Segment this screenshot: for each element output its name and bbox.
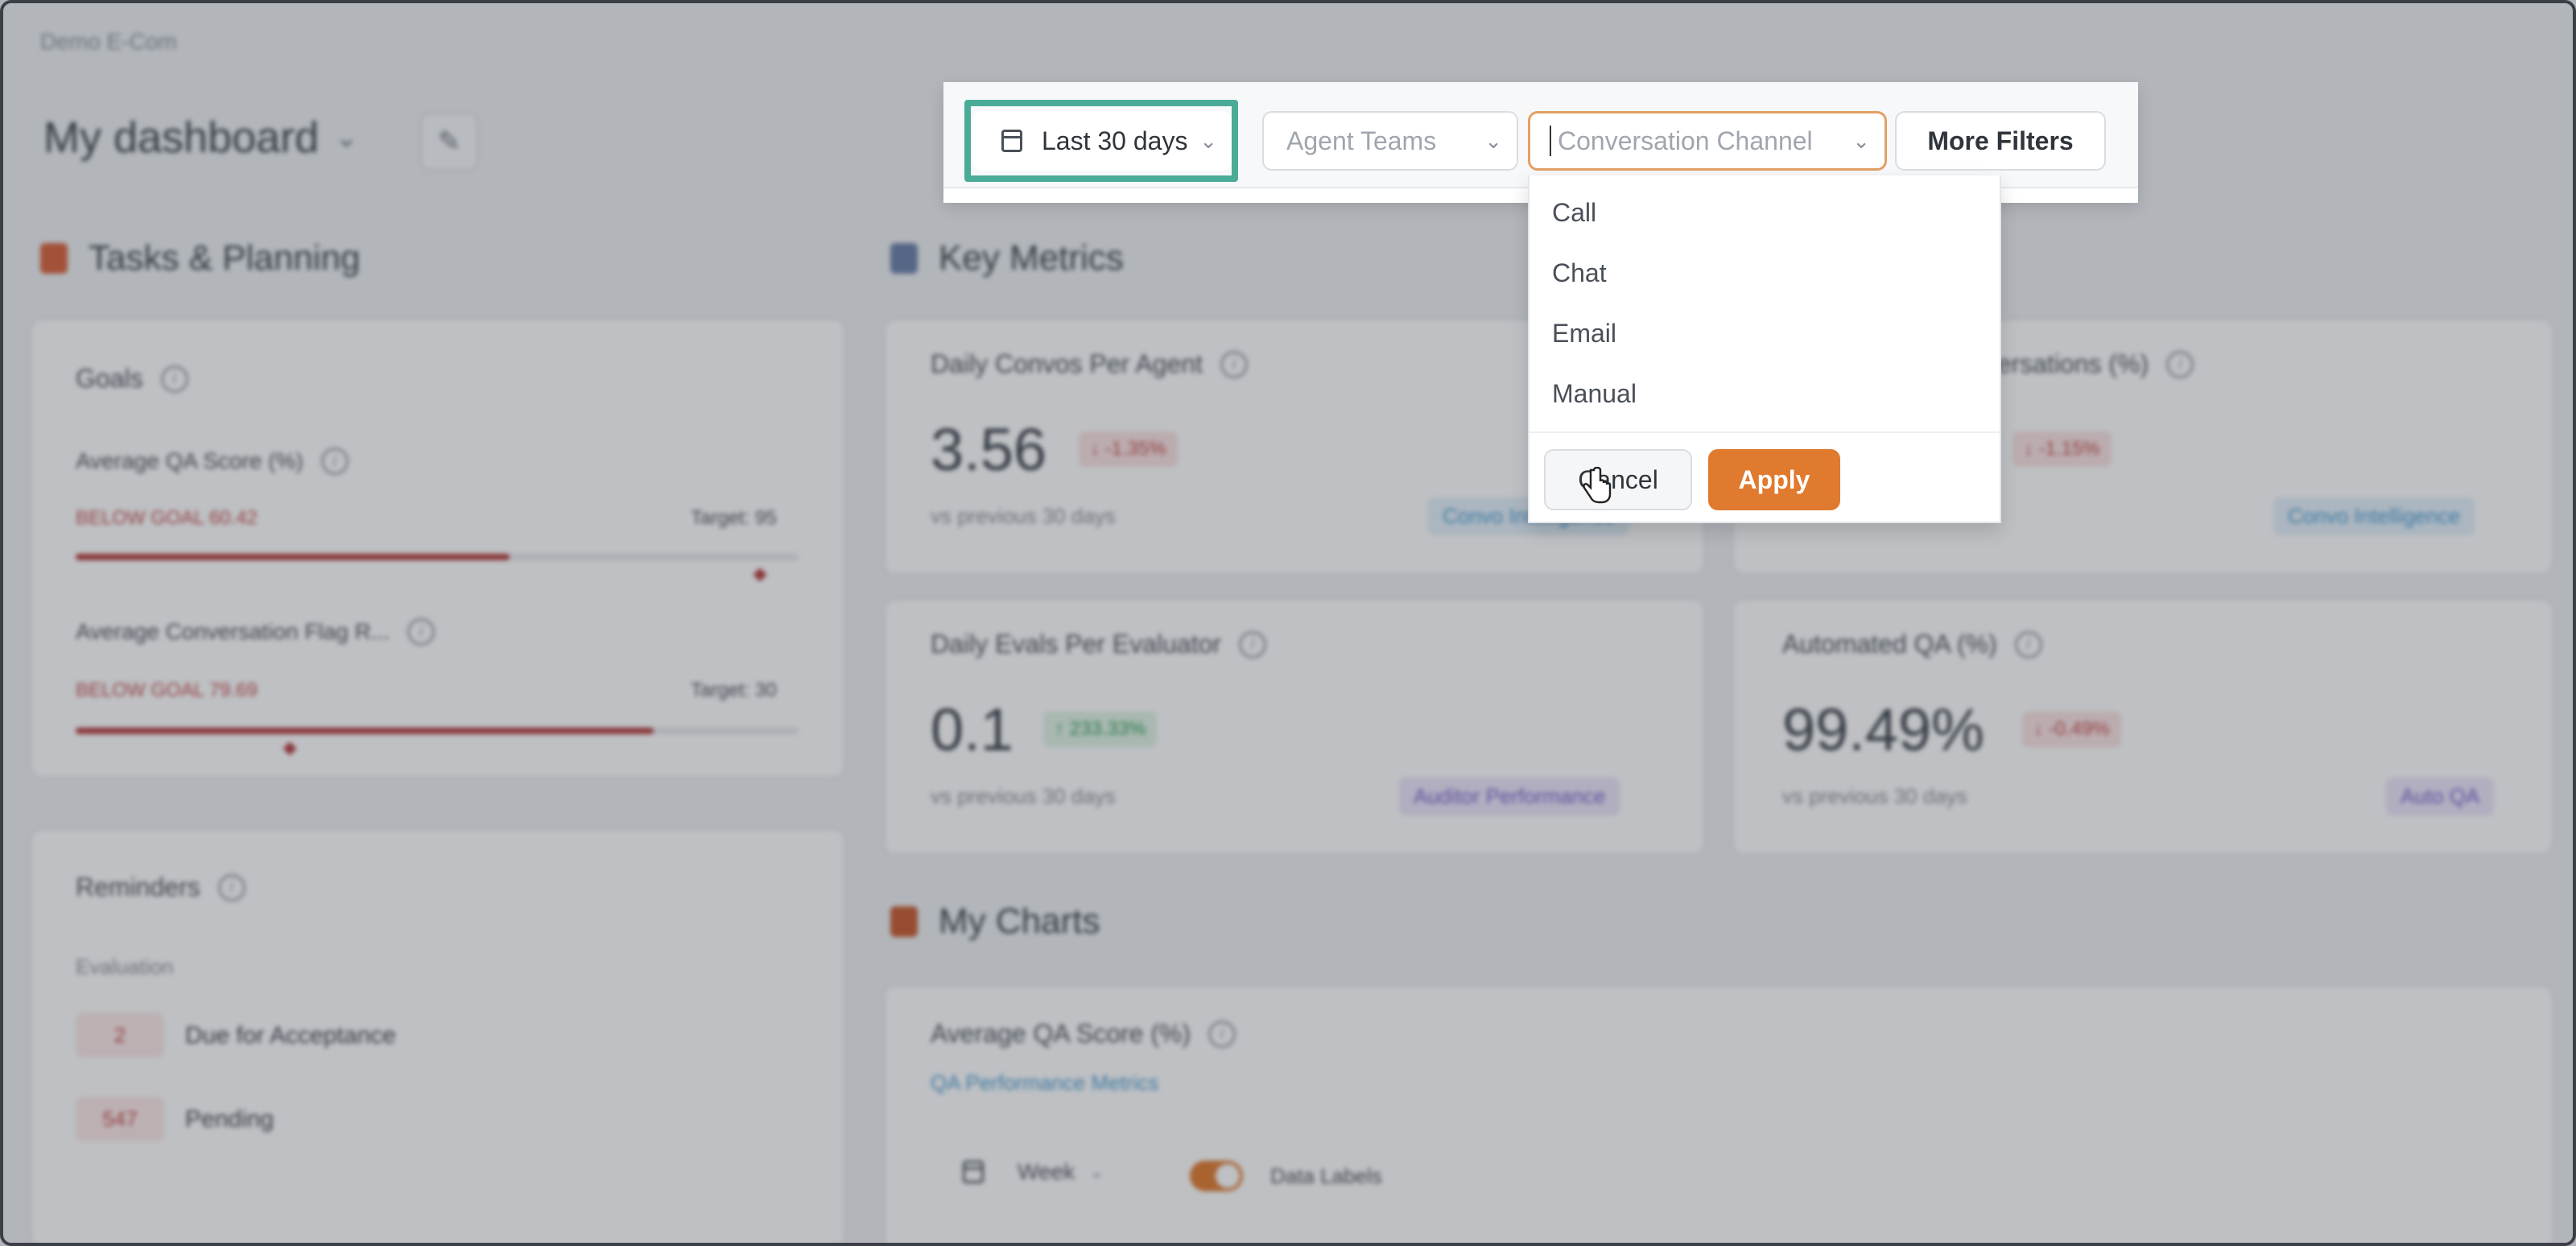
channel-option-call[interactable]: Call: [1552, 198, 1596, 228]
conversation-channel-filter[interactable]: Conversation Channel ⌄: [1528, 111, 1887, 171]
apply-button[interactable]: Apply: [1708, 449, 1840, 510]
dropdown-divider: [1530, 431, 2001, 433]
date-range-filter[interactable]: Last 30 days ⌄: [972, 111, 1232, 171]
filter-row: Last 30 days ⌄ Agent Teams ⌄ Conversatio…: [943, 82, 2138, 188]
text-caret: [1550, 126, 1551, 156]
agent-teams-placeholder: Agent Teams: [1286, 126, 1437, 155]
channel-option-manual[interactable]: Manual: [1552, 379, 1637, 409]
channel-option-chat[interactable]: Chat: [1552, 258, 1607, 288]
agent-teams-filter[interactable]: Agent Teams ⌄: [1262, 111, 1518, 171]
conversation-channel-placeholder: Conversation Channel: [1558, 126, 1813, 155]
chevron-down-icon: ⌄: [1852, 128, 1870, 153]
hand-cursor-icon: [1583, 467, 1612, 504]
chevron-down-icon: ⌄: [1484, 128, 1502, 153]
cancel-button[interactable]: Cancel: [1544, 449, 1692, 510]
calendar-icon: [1001, 130, 1022, 152]
chevron-down-icon: ⌄: [1199, 128, 1217, 153]
channel-option-email[interactable]: Email: [1552, 319, 1616, 349]
date-range-value: Last 30 days: [1042, 126, 1188, 155]
more-filters-button[interactable]: More Filters: [1895, 111, 2106, 171]
